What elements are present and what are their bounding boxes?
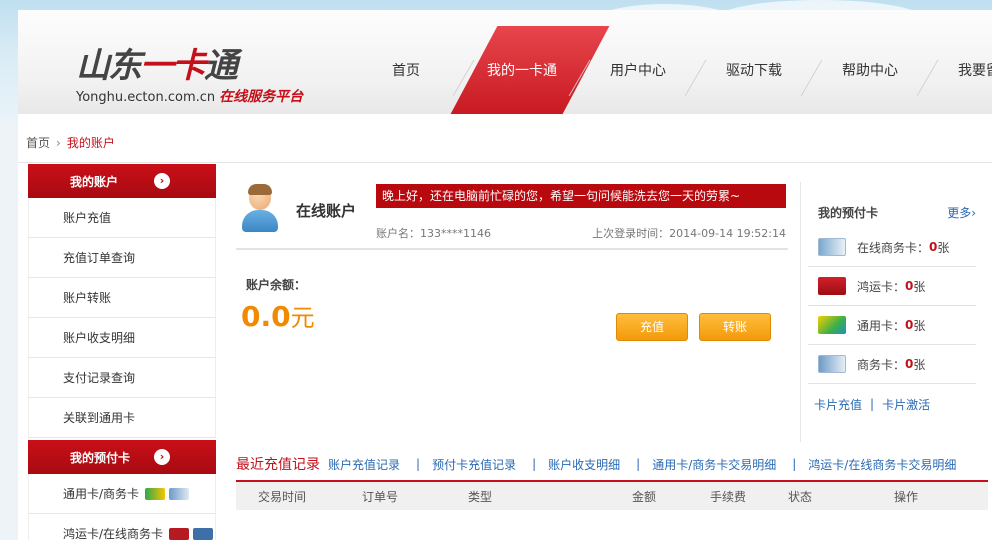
- sidebar-item-transfer[interactable]: 账户转账: [28, 278, 216, 318]
- prepaid-cards-panel: 我的预付卡 更多› 在线商务卡： 0 张 鸿运卡： 0 张 通用卡： 0 张 商务卡： 0 张 …: [808, 194, 976, 424]
- tab-account-recharge[interactable]: 账户充值记录: [328, 456, 400, 473]
- arrow-right-circle-icon: ›: [154, 449, 170, 465]
- logo-url: Yonghu.ecton.com.cn: [76, 90, 216, 105]
- general-card-icon: [145, 487, 166, 500]
- breadcrumb-home[interactable]: 首页: [26, 136, 50, 150]
- card-activate-link[interactable]: 卡片激活: [882, 396, 930, 413]
- nav-user-center[interactable]: 用户中心: [580, 26, 696, 114]
- col-status: 状态: [788, 489, 813, 504]
- avatar: [240, 184, 280, 232]
- col-fee: 手续费: [710, 489, 747, 504]
- col-time: 交易时间: [258, 489, 307, 504]
- account-name: 账户名：133****1146: [376, 227, 491, 240]
- online-business-card-icon: [193, 527, 214, 540]
- tab-hongyun-online-detail[interactable]: 鸿运卡/在线商务卡交易明细: [808, 456, 956, 473]
- col-order-no: 订单号: [362, 489, 399, 504]
- sidebar-item-link-card[interactable]: 关联到通用卡: [28, 398, 216, 438]
- general-card-icon: [818, 316, 846, 334]
- logo[interactable]: 山东一卡通 Yonghu.ecton.com.cn 在线服务平台: [76, 48, 303, 106]
- sidebar-item-general-card[interactable]: 通用卡/商务卡: [28, 474, 216, 514]
- divider: [236, 248, 788, 250]
- card-row-hongyun[interactable]: 鸿运卡： 0 张: [808, 267, 976, 306]
- records-table-header: 交易时间 订单号 类型 金额 手续费 状态 操作: [236, 482, 988, 510]
- online-business-card-icon: [818, 238, 846, 256]
- sidebar-item-order-query[interactable]: 充值订单查询: [28, 238, 216, 278]
- card-links: 卡片充值 | 卡片激活: [814, 396, 931, 413]
- sidebar-item-hongyun-card[interactable]: 鸿运卡/在线商务卡: [28, 514, 216, 540]
- last-login-time: 上次登录时间：2014-09-14 19:52:14: [592, 227, 786, 240]
- breadcrumb: 首页 › 我的账户: [26, 134, 115, 151]
- col-type: 类型: [468, 489, 493, 504]
- logo-tagline: 在线服务平台: [219, 89, 304, 105]
- col-action: 操作: [894, 489, 919, 504]
- transfer-button[interactable]: 转账: [699, 313, 771, 341]
- sidebar-item-payment-query[interactable]: 支付记录查询: [28, 358, 216, 398]
- nav-home[interactable]: 首页: [348, 26, 464, 114]
- logo-title: 山东一卡通: [76, 46, 238, 86]
- recent-records: 最近充值记录 账户充值记录 | 预付卡充值记录 | 账户收支明细 | 通用卡/商…: [236, 452, 988, 510]
- chevron-right-icon: ›: [56, 136, 61, 150]
- arrow-right-circle-icon: ›: [154, 173, 170, 189]
- balance-label: 账户余额：: [246, 278, 307, 292]
- tab-statement[interactable]: 账户收支明细: [548, 456, 620, 473]
- records-title: 最近充值记录: [236, 457, 320, 473]
- divider: [18, 162, 992, 163]
- card-row-general[interactable]: 通用卡： 0 张: [808, 306, 976, 345]
- page: 山东一卡通 Yonghu.ecton.com.cn 在线服务平台 首页 我的一卡通…: [18, 10, 992, 540]
- prepaid-cards-title: 我的预付卡: [818, 206, 879, 220]
- col-amount: 金额: [632, 489, 657, 504]
- sidebar-head-prepaid[interactable]: 我的预付卡 ›: [28, 440, 216, 474]
- logo-subtitle: Yonghu.ecton.com.cn 在线服务平台: [76, 86, 303, 106]
- card-recharge-link[interactable]: 卡片充值: [814, 396, 862, 413]
- more-link[interactable]: 更多›: [947, 204, 976, 221]
- tab-prepaid-recharge[interactable]: 预付卡充值记录: [432, 456, 516, 473]
- sidebar-item-recharge[interactable]: 账户充值: [28, 198, 216, 238]
- greeting-banner: 晚上好，还在电脑前忙碌的您，希望一句问候能洗去您一天的劳累~: [376, 184, 786, 208]
- business-card-icon: [169, 487, 190, 500]
- records-tabs: 最近充值记录 账户充值记录 | 预付卡充值记录 | 账户收支明细 | 通用卡/商…: [236, 452, 988, 476]
- prepaid-cards-header: 我的预付卡 更多›: [808, 194, 976, 228]
- nav-driver-download[interactable]: 驱动下载: [696, 26, 812, 114]
- tab-general-business-detail[interactable]: 通用卡/商务卡交易明细: [652, 456, 776, 473]
- sidebar-item-statement[interactable]: 账户收支明细: [28, 318, 216, 358]
- account-title: 在线账户: [296, 202, 357, 220]
- business-card-icon: [818, 355, 846, 373]
- nav-help-center[interactable]: 帮助中心: [812, 26, 928, 114]
- hongyun-card-icon: [818, 277, 846, 295]
- card-row-business[interactable]: 商务卡： 0 张: [808, 345, 976, 384]
- balance-value: 0.0元: [241, 300, 315, 333]
- recharge-button[interactable]: 充值: [616, 313, 688, 341]
- card-row-online-business[interactable]: 在线商务卡： 0 张: [808, 228, 976, 267]
- breadcrumb-current: 我的账户: [66, 136, 115, 150]
- main-nav: 首页 我的一卡通 用户中心 驱动下载 帮助中心 我要留言: [348, 26, 992, 114]
- divider: [800, 182, 801, 442]
- sidebar: 我的账户 › 账户充值 充值订单查询 账户转账 账户收支明细 支付记录查询 关联到…: [28, 164, 216, 540]
- sidebar-head-account[interactable]: 我的账户 ›: [28, 164, 216, 198]
- hongyun-card-icon: [169, 527, 190, 540]
- nav-leave-message[interactable]: 我要留言: [928, 26, 992, 114]
- nav-my-card[interactable]: 我的一卡通: [450, 26, 610, 114]
- header: 山东一卡通 Yonghu.ecton.com.cn 在线服务平台 首页 我的一卡通…: [18, 10, 992, 114]
